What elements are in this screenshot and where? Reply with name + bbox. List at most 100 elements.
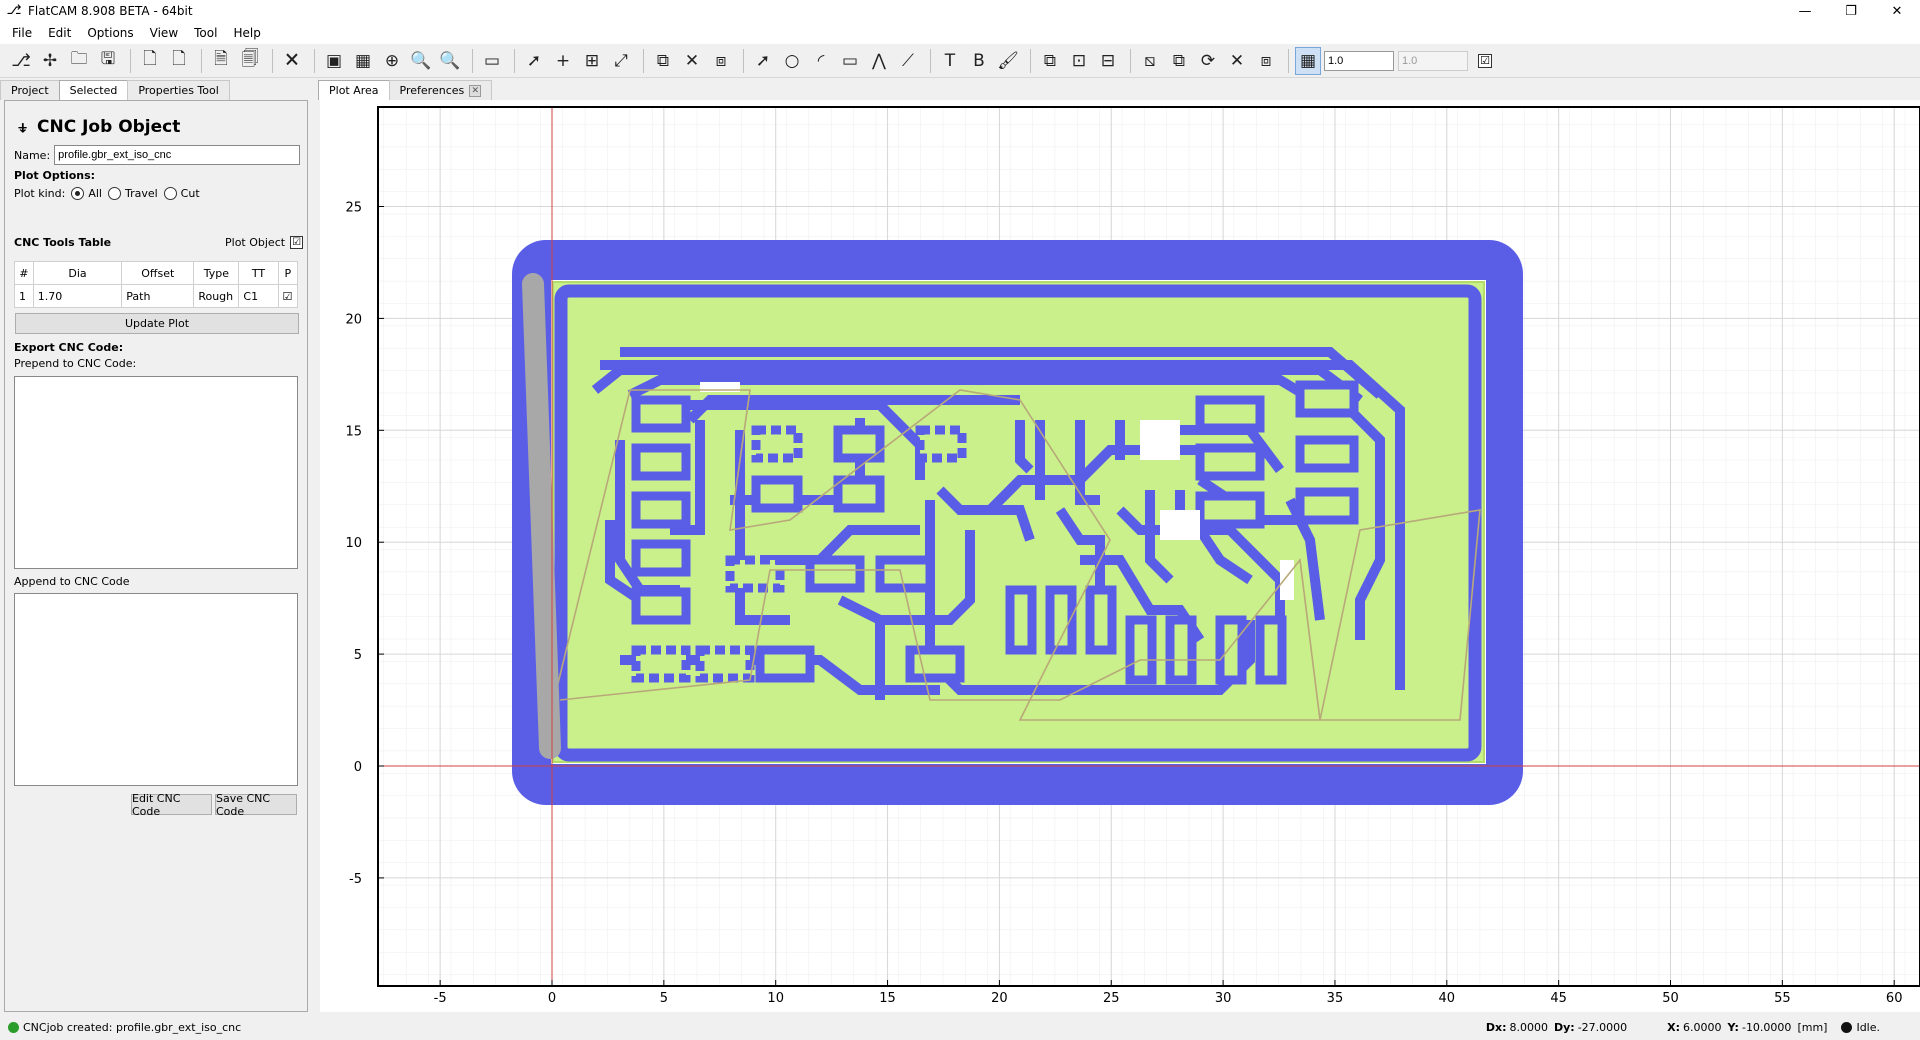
union-icon[interactable]: ⧉ — [1037, 47, 1063, 75]
col-header-type: Type — [193, 261, 240, 285]
toolbar-separator — [272, 48, 273, 73]
polygon-icon[interactable]: ⋀ — [866, 47, 892, 75]
cell-offset: Path — [121, 284, 195, 308]
zoom-out-icon[interactable]: 🔍 — [437, 47, 463, 75]
move-drill-icon[interactable]: ⧈ — [708, 47, 734, 75]
menu-options[interactable]: Options — [79, 26, 141, 40]
new-project-icon[interactable]: ⎇ — [8, 47, 34, 75]
y-tick-label: -5 — [349, 872, 362, 887]
subtraction-icon[interactable]: ⊟ — [1095, 47, 1121, 75]
plot-kind-label: Plot kind: — [14, 187, 66, 200]
prepend-label: Prepend to CNC Code: — [14, 357, 137, 370]
cell-index: 1 — [14, 284, 34, 308]
save-cnc-code-button[interactable]: Save CNC Code — [215, 792, 297, 818]
menu-bar: File Edit Options View Tool Help — [0, 22, 1920, 44]
paint-icon[interactable]: 🖌 — [995, 47, 1021, 75]
replot-icon[interactable]: ▣ — [321, 47, 347, 75]
new-excellon-icon[interactable]: 🗋 — [166, 47, 192, 75]
circle-icon[interactable]: ○ — [779, 47, 805, 75]
text-icon[interactable]: T — [937, 47, 963, 75]
edit-cnc-code-button[interactable]: Edit CNC Code — [131, 792, 212, 818]
x-tick-label: 60 — [1886, 991, 1903, 1006]
toolbar-separator — [643, 48, 644, 73]
plot-object-row: Plot Object ☑ — [225, 236, 304, 249]
buffer-icon[interactable]: B — [966, 47, 992, 75]
save-icon[interactable]: 🖫 — [95, 47, 121, 75]
menu-tool[interactable]: Tool — [186, 26, 225, 40]
intersection-icon[interactable]: ⊡ — [1066, 47, 1092, 75]
add-array-icon[interactable]: ⊞ — [579, 47, 605, 75]
tab-project[interactable]: Project — [0, 80, 60, 100]
grid-x-input[interactable] — [1324, 50, 1394, 71]
zoom-in-icon[interactable]: 🔍 — [408, 47, 434, 75]
toolbar-separator — [472, 48, 473, 73]
delete-icon[interactable]: 🗙 — [279, 47, 305, 75]
move-shape-icon[interactable]: ⧈ — [1253, 47, 1279, 75]
close-icon[interactable]: ✕ — [1874, 0, 1920, 22]
open-excellon-icon[interactable]: 🗐 — [237, 47, 263, 75]
tab-properties-tool[interactable]: Properties Tool — [127, 80, 230, 100]
x-tick-label: 40 — [1439, 991, 1456, 1006]
minimize-icon[interactable]: — — [1782, 0, 1828, 22]
plot-kind-travel-radio[interactable] — [107, 187, 121, 200]
shell-icon[interactable]: ▭ — [479, 47, 505, 75]
plot-object-checkbox[interactable]: ☑ — [290, 236, 304, 249]
tab-selected[interactable]: Selected — [58, 80, 129, 100]
path-icon[interactable]: ⟋ — [895, 47, 921, 75]
plot-object-label: Plot Object — [225, 236, 286, 249]
append-label: Append to CNC Code — [14, 575, 130, 588]
delete-shape-icon[interactable]: ✕ — [1224, 47, 1250, 75]
dy-value: -27.0000 — [1577, 1020, 1628, 1034]
plot-kind-all-radio[interactable] — [71, 187, 85, 200]
restore-icon[interactable]: ❐ — [1828, 0, 1874, 22]
name-input[interactable] — [54, 145, 301, 165]
resize-drill-icon[interactable]: ⤢ — [608, 47, 634, 75]
select-icon[interactable]: ➚ — [521, 47, 547, 75]
x-tick-label: -5 — [434, 991, 447, 1006]
tab-preferences[interactable]: Preferences ✕ — [388, 80, 493, 100]
append-textarea[interactable] — [14, 593, 298, 786]
open-icon[interactable]: 🗀 — [66, 47, 92, 75]
cut-path-icon[interactable]: ⧅ — [1137, 47, 1163, 75]
arc-icon[interactable]: ◜ — [808, 47, 834, 75]
add-drill-icon[interactable]: + — [550, 47, 576, 75]
plot-canvas[interactable]: -5 0 5 10 15 20 25 30 35 40 45 50 55 60 2520151050-5 — [320, 100, 1920, 1012]
x-tick-label: 15 — [879, 991, 896, 1006]
menu-file[interactable]: File — [4, 26, 40, 40]
table-row[interactable]: 1 1.70 Path Rough C1 ☑ — [14, 284, 299, 308]
y-tick-label: 15 — [345, 424, 362, 439]
grid-lock-checkbox[interactable]: ☑ — [1478, 53, 1492, 68]
zoom-fit-icon[interactable]: ⊕ — [379, 47, 405, 75]
cell-plot-checkbox[interactable]: ☑ — [277, 284, 299, 308]
units-label: [mm] — [1797, 1020, 1828, 1034]
x-tick-label: 25 — [1103, 991, 1120, 1006]
tab-plot-area-label: Plot Area — [329, 84, 379, 97]
dx-label: Dx: — [1485, 1020, 1507, 1034]
update-plot-button[interactable]: Update Plot — [15, 313, 299, 334]
toolbar-separator — [743, 48, 744, 73]
rotate-icon[interactable]: ⟳ — [1195, 47, 1221, 75]
copy-drill-icon[interactable]: ⧉ — [650, 47, 676, 75]
select-shape-icon[interactable]: ➚ — [750, 47, 776, 75]
toolbar-separator — [1030, 48, 1031, 73]
plot-area[interactable]: -5 0 5 10 15 20 25 30 35 40 45 50 55 60 25 20 15 10 5 0 -5 — [320, 100, 1920, 1012]
x-value: 6.0000 — [1683, 1020, 1722, 1034]
new-gerber-icon[interactable]: 🗋 — [137, 47, 163, 75]
open-gerber-icon[interactable]: 🗎 — [208, 47, 234, 75]
new-geometry-icon[interactable]: ✢ — [37, 47, 63, 75]
menu-view[interactable]: View — [142, 26, 186, 40]
close-tab-icon[interactable]: ✕ — [469, 84, 482, 97]
prepend-textarea[interactable] — [14, 376, 298, 569]
menu-edit[interactable]: Edit — [40, 26, 79, 40]
copy-shape-icon[interactable]: ⧉ — [1166, 47, 1192, 75]
menu-help[interactable]: Help — [225, 26, 268, 40]
grid-snap-icon[interactable]: ▦ — [1295, 46, 1321, 75]
clear-plot-icon[interactable]: ▦ — [350, 47, 376, 75]
tools-table-label: CNC Tools Table — [14, 236, 112, 249]
tab-plot-area[interactable]: Plot Area — [318, 80, 390, 100]
flatcam-logo-icon: ⎇ — [6, 3, 22, 18]
delete-drill-icon[interactable]: ✕ — [679, 47, 705, 75]
grid-y-input[interactable] — [1398, 50, 1468, 71]
plot-kind-cut-radio[interactable] — [163, 187, 177, 200]
rectangle-icon[interactable]: ▭ — [837, 47, 863, 75]
